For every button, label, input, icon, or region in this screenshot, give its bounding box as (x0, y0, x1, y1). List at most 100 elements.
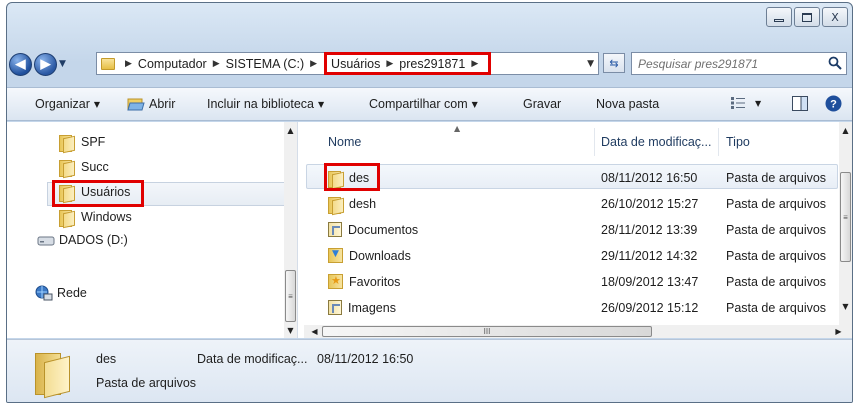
file-list-pane[interactable]: ▲ Nome Data de modificaç... Tipo des 08/… (304, 122, 852, 338)
svg-text:?: ? (830, 99, 837, 111)
help-button[interactable]: ? (825, 95, 842, 112)
des-highlight-box (324, 163, 380, 191)
scroll-up-icon[interactable]: ▲ (284, 124, 297, 137)
minimize-icon (774, 18, 784, 22)
file-name-cell: Downloads (328, 248, 411, 263)
file-date: 29/11/2012 14:32 (601, 249, 698, 263)
file-name-cell: Imagens (328, 300, 396, 315)
breadcrumb-separator-icon[interactable]: ▶ (213, 59, 220, 69)
share-menu[interactable]: Compartilhar com ▼ (369, 97, 478, 111)
file-row-documentos[interactable]: Documentos 28/11/2012 13:39 Pasta de arq… (304, 216, 838, 242)
file-date: 28/11/2012 13:39 (601, 223, 698, 237)
breadcrumb-separator-icon[interactable]: ▶ (310, 59, 317, 69)
nav-item-windows[interactable]: Windows (59, 209, 132, 227)
scroll-down-icon[interactable]: ▼ (284, 324, 297, 337)
chevron-down-icon: ▼ (471, 99, 478, 109)
details-pane: des Pasta de arquivos Data de modificaç.… (7, 339, 852, 402)
refresh-icon: ⇆ (609, 57, 619, 70)
breadcrumb-highlight: Usuários ▶ pres291871 ▶ (324, 52, 492, 75)
file-name-cell: desh (328, 196, 377, 214)
recent-pages-dropdown[interactable]: ▼ (59, 59, 73, 69)
breadcrumb-computador[interactable]: Computador (138, 57, 207, 71)
nav-item-spf[interactable]: SPF (59, 134, 105, 152)
caption-buttons: X (766, 7, 848, 29)
maximize-button[interactable] (794, 7, 820, 27)
drive-icon (37, 236, 55, 246)
scroll-right-icon[interactable]: ▶ (832, 325, 845, 338)
column-divider[interactable] (718, 128, 719, 156)
scroll-up-icon[interactable]: ▲ (839, 124, 852, 137)
command-bar: Organizar ▼ Abrir Incluir na biblioteca … (7, 87, 852, 121)
organize-menu[interactable]: Organizar ▼ (35, 97, 100, 111)
file-row-downloads[interactable]: Downloads 29/11/2012 14:32 Pasta de arqu… (304, 242, 838, 268)
search-input[interactable]: Pesquisar pres291871 (638, 57, 758, 71)
nav-scrollbar[interactable]: ▲ ≡ ▼ (284, 122, 297, 338)
nav-scroll-thumb[interactable]: ≡ (285, 270, 296, 322)
chevron-down-icon: ▼ (93, 99, 101, 109)
open-button[interactable]: Abrir (127, 97, 175, 111)
details-name: des (96, 352, 117, 366)
documents-library-icon (328, 222, 342, 237)
address-bar[interactable]: ▶ Computador ▶ SISTEMA (C:) ▶ Usuários ▶… (96, 52, 599, 75)
folder-icon (35, 353, 71, 399)
breadcrumb-separator-icon[interactable]: ▶ (386, 59, 393, 69)
file-list-hscrollbar[interactable]: ◀ III ▶ (304, 325, 852, 338)
breadcrumb-pres291871[interactable]: pres291871 (399, 57, 465, 71)
include-library-menu[interactable]: Incluir na biblioteca ▼ (207, 97, 324, 111)
file-name-cell: Favoritos (328, 274, 400, 289)
chevron-down-icon: ▼ (318, 99, 325, 109)
file-name: Favoritos (349, 274, 401, 289)
breadcrumb-separator-icon[interactable]: ▶ (471, 59, 478, 69)
file-row-desh[interactable]: desh 26/10/2012 15:27 Pasta de arquivos (304, 190, 838, 216)
file-type: Pasta de arquivos (726, 197, 827, 211)
restore-icon (802, 12, 812, 22)
file-date: 18/09/2012 13:47 (601, 275, 699, 289)
file-name: Downloads (349, 248, 411, 263)
view-options-button[interactable]: ▼ (731, 97, 761, 109)
column-header-name[interactable]: Nome (328, 135, 361, 149)
file-list-hscroll-thumb[interactable]: III (322, 326, 652, 337)
pictures-library-icon (328, 300, 342, 315)
back-button[interactable]: ◀ (9, 52, 32, 76)
column-divider[interactable] (594, 128, 595, 156)
nav-item-dados-drive[interactable]: DADOS (D:) (37, 233, 128, 247)
file-row-favoritos[interactable]: Favoritos 18/09/2012 13:47 Pasta de arqu… (304, 268, 838, 294)
file-type: Pasta de arquivos (726, 275, 827, 289)
scroll-left-icon[interactable]: ◀ (308, 325, 321, 338)
file-row-imagens[interactable]: Imagens 26/09/2012 15:12 Pasta de arquiv… (304, 294, 838, 320)
open-folder-icon (127, 98, 145, 111)
nav-item-label: Usuários (81, 185, 131, 199)
refresh-button[interactable]: ⇆ (603, 53, 625, 73)
column-header-row: ▲ Nome Data de modificaç... Tipo (304, 122, 838, 160)
file-list-vscrollbar[interactable]: ▲ ≡ ▼ (839, 122, 852, 325)
forward-button[interactable]: ▶ (34, 52, 57, 76)
file-date: 26/10/2012 15:27 (601, 197, 699, 211)
search-icon[interactable] (828, 56, 842, 70)
new-folder-label: Nova pasta (596, 97, 660, 111)
preview-pane-button[interactable] (792, 96, 808, 111)
burn-button[interactable]: Gravar (523, 97, 561, 111)
pane-splitter[interactable] (297, 122, 303, 338)
navigation-pane[interactable]: SPF Succ Usuários Windows DADOS (D:) Red… (7, 122, 297, 338)
file-list-vscroll-thumb[interactable]: ≡ (840, 172, 851, 262)
close-button[interactable]: X (822, 7, 848, 27)
chevron-down-icon: ▼ (755, 98, 762, 108)
nav-item-rede[interactable]: Rede (35, 285, 87, 301)
minimize-button[interactable] (766, 7, 792, 27)
file-row-des[interactable]: des 08/11/2012 16:50 Pasta de arquivos (304, 164, 838, 190)
scroll-down-icon[interactable]: ▼ (839, 300, 852, 313)
file-name: desh (349, 197, 377, 211)
column-header-type[interactable]: Tipo (726, 135, 750, 149)
file-name-cell: Documentos (328, 222, 418, 237)
column-header-date[interactable]: Data de modificaç... (601, 135, 711, 149)
scroll-grip-icon: III (483, 327, 491, 336)
breadcrumb-usuarios[interactable]: Usuários (331, 57, 380, 71)
new-folder-button[interactable]: Nova pasta (596, 97, 659, 111)
nav-item-succ[interactable]: Succ (59, 159, 109, 177)
search-box[interactable]: Pesquisar pres291871 (631, 52, 847, 75)
folder-icon (59, 159, 74, 177)
address-dropdown-icon[interactable]: ▼ (587, 59, 594, 69)
network-icon (35, 285, 53, 301)
nav-item-usuarios[interactable]: Usuários (59, 184, 131, 202)
breadcrumb-sistema[interactable]: SISTEMA (C:) (226, 57, 304, 71)
